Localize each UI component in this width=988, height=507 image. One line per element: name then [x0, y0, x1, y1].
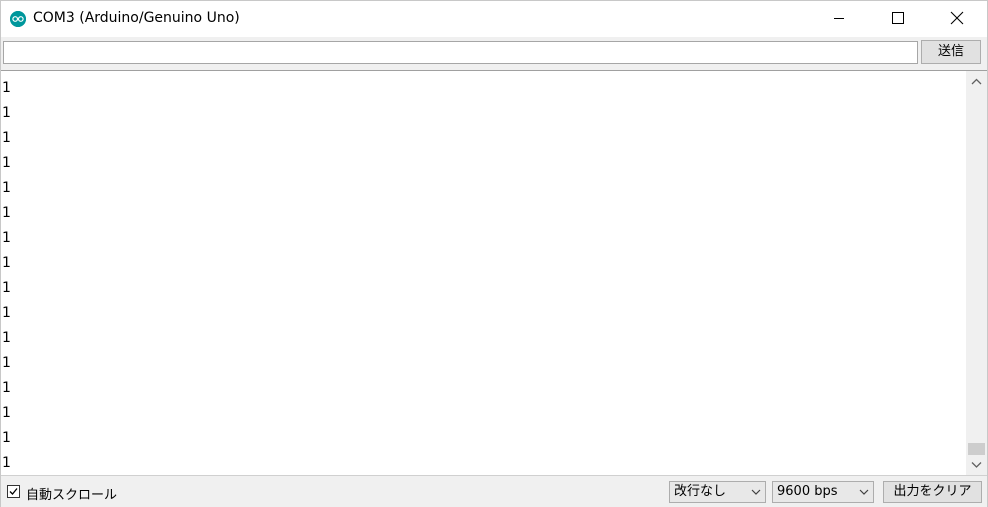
minimize-icon [834, 18, 844, 19]
clear-output-button[interactable]: 出力をクリア [883, 481, 982, 503]
output-line: 1 [2, 405, 11, 421]
chevron-up-icon [971, 78, 982, 85]
output-line: 1 [2, 255, 11, 271]
vertical-scrollbar[interactable] [966, 70, 987, 475]
autoscroll-label[interactable]: 自動スクロール [26, 484, 117, 503]
check-icon [9, 488, 18, 495]
scroll-up-button[interactable] [966, 73, 987, 90]
window-title: COM3 (Arduino/Genuino Uno) [33, 10, 240, 26]
output-line: 1 [2, 155, 11, 171]
output-line: 1 [2, 230, 11, 246]
chevron-down-icon [857, 482, 871, 502]
output-line: 1 [2, 355, 11, 371]
serial-monitor-window: COM3 (Arduino/Genuino Uno) 送信 1111111111… [0, 0, 988, 507]
send-row: 送信 [1, 37, 987, 69]
bottom-bar: 自動スクロール 改行なし 9600 bps 出力をクリア [1, 475, 987, 507]
serial-input[interactable] [3, 41, 918, 64]
minimize-button[interactable] [816, 1, 862, 35]
output-line: 1 [2, 105, 11, 121]
line-ending-value: 改行なし [674, 484, 727, 499]
output-line: 1 [2, 280, 11, 296]
serial-output[interactable]: 1 1 1 1 1 1 1 1 1 1 1 1 1 1 1 1 [1, 70, 966, 476]
send-button[interactable]: 送信 [921, 40, 981, 64]
output-line: 1 [2, 180, 11, 196]
line-ending-select[interactable]: 改行なし [669, 481, 766, 503]
output-line: 1 [2, 305, 11, 321]
scroll-down-button[interactable] [966, 456, 987, 473]
output-line: 1 [2, 330, 11, 346]
output-line: 1 [2, 130, 11, 146]
output-line: 1 [2, 380, 11, 396]
close-button[interactable] [934, 1, 980, 35]
output-line: 1 [2, 80, 11, 96]
chevron-down-icon [749, 482, 763, 502]
close-icon [950, 11, 964, 25]
maximize-button[interactable] [875, 1, 921, 35]
arduino-logo-icon [10, 11, 26, 27]
chevron-down-icon [971, 462, 982, 468]
maximize-icon [892, 12, 904, 24]
baud-rate-value: 9600 bps [777, 484, 838, 499]
output-line: 1 [2, 205, 11, 221]
output-line: 1 [2, 430, 11, 446]
title-bar: COM3 (Arduino/Genuino Uno) [1, 1, 987, 37]
baud-rate-select[interactable]: 9600 bps [772, 481, 874, 503]
autoscroll-checkbox[interactable] [7, 485, 20, 498]
output-line: 1 [2, 455, 11, 471]
scroll-thumb[interactable] [968, 443, 985, 455]
